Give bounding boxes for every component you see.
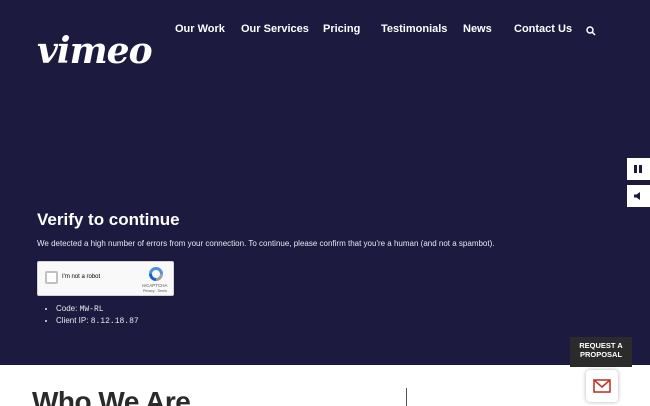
client-ip-label: Client IP: [56, 316, 91, 325]
mute-button[interactable] [627, 185, 650, 207]
section-title: Who We Are [32, 386, 191, 406]
nav-news[interactable]: News [463, 23, 492, 35]
request-proposal-button[interactable] [586, 370, 618, 402]
recaptcha-brand: reCAPTCHA [142, 283, 168, 288]
recaptcha-logo-icon [148, 266, 164, 282]
nav-testimonials[interactable]: Testimonials [381, 23, 447, 35]
nav-pricing[interactable]: Pricing [323, 23, 360, 35]
error-details: Code: MW-RL Client IP: 8.12.18.87 [56, 304, 139, 328]
code-value: MW-RL [79, 305, 104, 314]
nav-contact-us[interactable]: Contact Us [514, 23, 572, 35]
divider [406, 388, 407, 406]
recaptcha-checkbox[interactable] [45, 271, 58, 284]
pause-icon [634, 165, 642, 173]
verify-title: Verify to continue [37, 210, 180, 229]
list-item: Client IP: 8.12.18.87 [56, 316, 139, 326]
recaptcha-widget: I'm not a robot reCAPTCHA Privacy - Term… [37, 261, 174, 296]
volume-icon [634, 192, 640, 200]
proposal-line-2: PROPOSAL [579, 350, 623, 359]
search-icon[interactable] [586, 23, 598, 37]
request-proposal-label[interactable]: REQUEST A PROPOSAL [570, 337, 632, 367]
client-ip-value: 8.12.18.87 [90, 317, 139, 326]
recaptcha-label: I'm not a robot [62, 274, 101, 280]
nav-our-services[interactable]: Our Services [241, 23, 309, 35]
code-label: Code: [56, 304, 80, 313]
hero-section: vimeo Our Work Our Services Pricing Test… [0, 0, 650, 365]
vimeo-logo[interactable]: vimeo [37, 30, 153, 72]
verify-message: We detected a high number of errors from… [37, 239, 495, 248]
envelope-icon [593, 379, 611, 393]
list-item: Code: MW-RL [56, 304, 139, 314]
pause-button[interactable] [627, 158, 650, 180]
proposal-line-1: REQUEST A [579, 341, 623, 350]
who-we-are-section: Who We Are [0, 365, 650, 406]
nav-our-work[interactable]: Our Work [175, 23, 225, 35]
recaptcha-links[interactable]: Privacy - Terms [143, 289, 167, 293]
